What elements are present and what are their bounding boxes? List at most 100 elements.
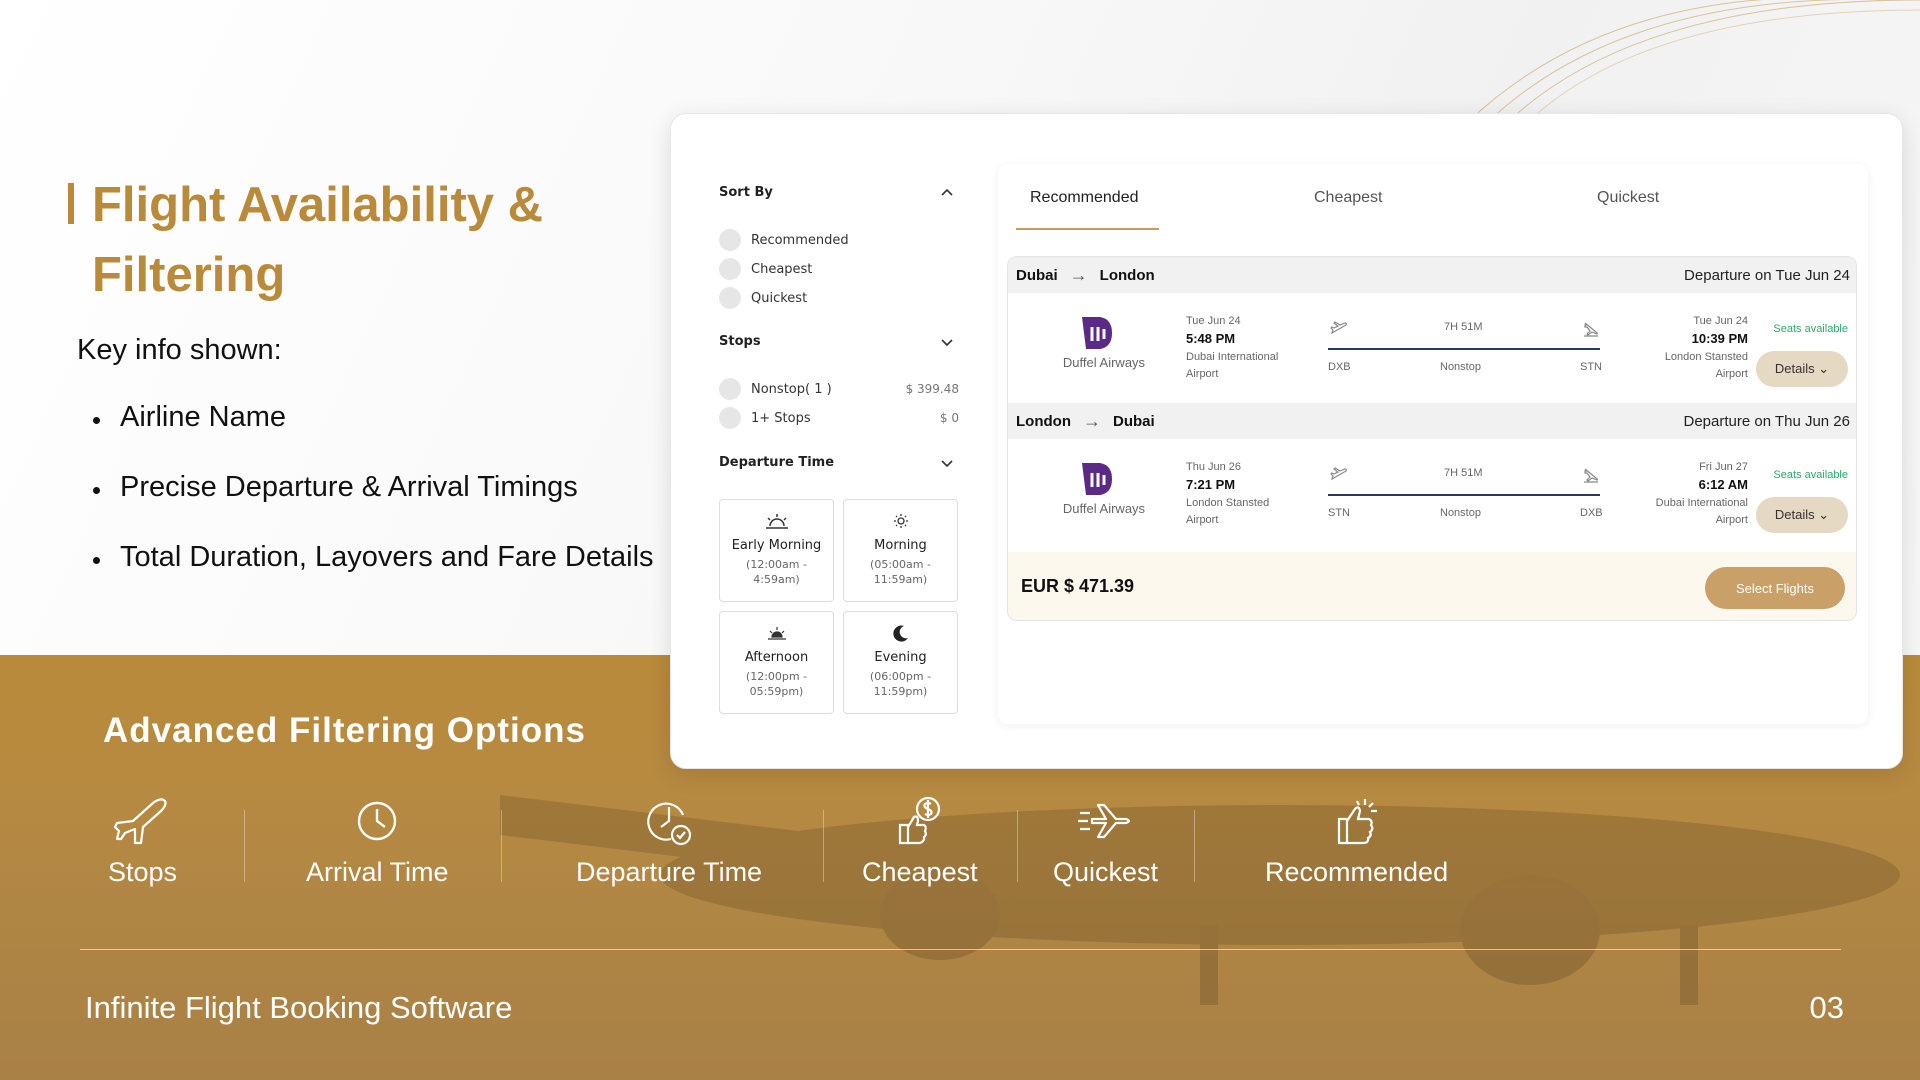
radio-button[interactable] [719, 407, 741, 429]
departure-date: Departure on Thu Jun 26 [1683, 412, 1850, 430]
takeoff-icon [1330, 467, 1347, 481]
time-slot-early-morning[interactable]: Early Morning (12:00am -4:59am) [719, 499, 834, 602]
airplane-icon [113, 798, 167, 845]
footer-divider [80, 949, 1841, 950]
flight-duration: 7H 51M [1444, 467, 1483, 479]
sun-icon [893, 514, 908, 528]
dep-airport-suffix: Airport [1186, 514, 1219, 526]
departure-date: Departure on Tue Jun 24 [1684, 266, 1850, 284]
key-info-heading: Key info shown: [77, 334, 282, 366]
feature-label: Recommended [1265, 857, 1449, 887]
feature-label: Arrival Time [306, 857, 449, 887]
tab-quickest[interactable]: Quickest [1597, 189, 1659, 207]
option-label: Cheapest [751, 261, 813, 277]
dep-date: Thu Jun 26 [1186, 461, 1242, 473]
sort-tabs: Recommended Cheapest Quickest [998, 164, 1868, 230]
time-slot-range: (06:00pm -11:59pm) [869, 670, 932, 698]
title-line-1: Flight Availability & [92, 178, 544, 232]
option-label: 1+ Stops [751, 410, 811, 426]
radio-button[interactable] [719, 258, 741, 280]
select-flights-button[interactable]: Select Flights [1705, 567, 1845, 609]
stops-header[interactable]: Stops [719, 334, 959, 349]
sort-option-recommended[interactable]: Recommended [719, 229, 959, 251]
sort-option-quickest[interactable]: Quickest [719, 287, 959, 309]
feature-divider [1194, 810, 1195, 882]
route-header: London → Dubai Departure on Thu Jun 26 [1008, 403, 1856, 439]
title-accent-bar [68, 183, 74, 224]
flight-search-card: Sort By Recommended Cheapest Quickest St… [670, 113, 1903, 769]
time-slot-evening[interactable]: Evening (06:00pm -11:59pm) [843, 611, 958, 714]
arrival-info: Tue Jun 24 10:39 PM London Stansted Airp… [1665, 313, 1748, 383]
fare-summary: EUR $ 471.39 Select Flights [1008, 552, 1856, 620]
fast-plane-icon [1077, 803, 1130, 839]
takeoff-icon [1330, 321, 1347, 335]
radio-button[interactable] [719, 287, 741, 309]
footer-product-name: Infinite Flight Booking Software [85, 990, 513, 1025]
chevron-down-icon[interactable] [941, 336, 953, 348]
dep-airport-code: STN [1328, 507, 1350, 519]
stops-count: Nonstop [1440, 507, 1481, 519]
dep-date: Tue Jun 24 [1186, 315, 1241, 327]
chevron-down-icon[interactable] [941, 457, 953, 469]
seats-available: Seats available [1773, 469, 1848, 481]
departure-info: Thu Jun 26 7:21 PM London Stansted Airpo… [1186, 459, 1269, 529]
arrival-info: Fri Jun 27 6:12 AM Dubai International A… [1656, 459, 1748, 529]
departure-time-header[interactable]: Departure Time [719, 455, 959, 470]
feature-label: Departure Time [576, 857, 763, 887]
time-slot-morning[interactable]: Morning (05:00am -11:59am) [843, 499, 958, 602]
total-fare: EUR $ 471.39 [1021, 576, 1135, 596]
time-slot-range: (12:00am -4:59am) [746, 558, 807, 586]
stop-option-nonstop[interactable]: Nonstop( 1 ) $ 399.48 [719, 378, 959, 400]
time-slot-afternoon[interactable]: Afternoon (12:00pm -05:59pm) [719, 611, 834, 714]
option-price: $ 0 [939, 411, 959, 425]
chevron-up-icon[interactable] [941, 187, 953, 199]
key-info-list: Airline Name Precise Departure & Arrival… [93, 401, 654, 611]
radio-button[interactable] [719, 378, 741, 400]
arr-airport-suffix: Airport [1715, 514, 1748, 526]
sort-option-cheapest[interactable]: Cheapest [719, 258, 959, 280]
sunset-icon [767, 627, 786, 640]
arr-time: 6:12 AM [1698, 477, 1748, 492]
dep-time: 5:48 PM [1186, 331, 1236, 346]
option-label: Recommended [751, 232, 849, 248]
airline-logo [1082, 463, 1112, 495]
radio-button[interactable] [719, 229, 741, 251]
airline-name: Duffel Airways [1062, 355, 1146, 370]
time-slot-name: Early Morning [731, 538, 822, 553]
slide-title: Flight Availability & Filtering [92, 170, 612, 310]
bullet-item: Total Duration, Layovers and Fare Detail… [93, 541, 654, 611]
departure-info: Tue Jun 24 5:48 PM Dubai International A… [1186, 313, 1278, 383]
feature-arrival-time: Arrival Time [306, 795, 449, 888]
thumbs-up-icon [1337, 799, 1377, 845]
decorative-arc-lines [1469, 0, 1920, 120]
time-slot-name: Afternoon [744, 650, 809, 665]
page-number: 03 [1809, 990, 1844, 1025]
bullet-item: Precise Departure & Arrival Timings [93, 471, 654, 541]
details-button[interactable]: Details ⌄ [1756, 351, 1848, 387]
bullet-text: Airline Name [120, 401, 286, 433]
dep-airport: London Stansted [1186, 497, 1270, 509]
feature-divider [1017, 810, 1018, 882]
bullet-item: Airline Name [93, 401, 654, 471]
option-price: $ 399.48 [905, 382, 959, 396]
time-slot-range: (05:00am -11:59am) [870, 558, 931, 586]
origin-city: Dubai [1016, 266, 1058, 284]
stop-option-1plus[interactable]: 1+ Stops $ 0 [719, 407, 959, 429]
option-label: Nonstop( 1 ) [751, 381, 832, 397]
sort-by-header[interactable]: Sort By [719, 185, 959, 200]
sunrise-icon [765, 514, 788, 529]
feature-divider [244, 810, 245, 882]
time-slot-range: (12:00pm -05:59pm) [745, 670, 808, 698]
airline-logo [1082, 317, 1112, 349]
details-button[interactable]: Details ⌄ [1756, 497, 1848, 533]
moon-icon [892, 625, 908, 642]
feature-label: Cheapest [862, 857, 978, 887]
duration-line [1328, 494, 1600, 496]
advanced-filtering-title: Advanced Filtering Options [103, 711, 586, 750]
results-panel: Recommended Cheapest Quickest Dubai → Lo… [998, 164, 1868, 724]
tab-recommended[interactable]: Recommended [1030, 189, 1139, 207]
bullet-dot [93, 557, 100, 564]
tab-cheapest[interactable]: Cheapest [1314, 189, 1383, 207]
feature-divider [823, 810, 824, 882]
arr-date: Tue Jun 24 [1693, 315, 1748, 327]
